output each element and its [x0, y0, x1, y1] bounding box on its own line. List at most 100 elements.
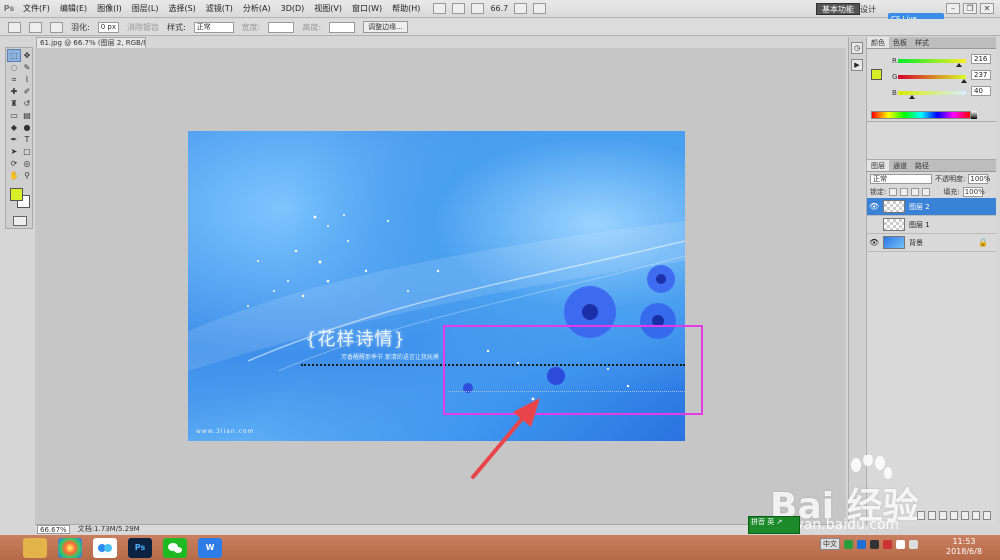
- tray-security-icon[interactable]: [883, 539, 892, 549]
- g-value[interactable]: 237: [971, 70, 991, 80]
- slider-thumb[interactable]: [908, 95, 915, 99]
- color-spectrum[interactable]: [871, 111, 971, 119]
- layer-row-1[interactable]: 图层 1: [867, 216, 996, 234]
- quick-select-icon[interactable]: ✎: [21, 62, 33, 73]
- antialias-checkbox[interactable]: 消除锯齿: [127, 22, 159, 33]
- lock-pixels-icon[interactable]: [900, 187, 909, 196]
- eye-icon[interactable]: 👁: [869, 202, 879, 211]
- browser-icon[interactable]: [58, 537, 82, 558]
- menu-view[interactable]: 视图(V): [309, 3, 347, 14]
- tab-channels[interactable]: 通道: [889, 160, 911, 171]
- tray-cloud-icon[interactable]: [857, 539, 866, 549]
- feather-input[interactable]: 0 px: [97, 21, 119, 33]
- opacity-input[interactable]: 100%: [968, 173, 990, 184]
- r-value[interactable]: 216: [971, 54, 991, 64]
- gradient-icon[interactable]: ▤: [21, 110, 33, 121]
- menu-file[interactable]: 文件(F): [18, 3, 55, 14]
- marquee-icon[interactable]: ⬚: [7, 49, 21, 62]
- tray-network-icon[interactable]: [896, 539, 905, 549]
- layer-name[interactable]: 背景: [909, 238, 923, 248]
- slider-thumb[interactable]: [955, 63, 962, 67]
- refine-edge-button[interactable]: 调整边缘...: [363, 21, 408, 33]
- path-select-icon[interactable]: ➤: [8, 146, 20, 157]
- history-panel-icon[interactable]: ◷: [851, 42, 863, 54]
- screen-mode-icon[interactable]: [533, 3, 547, 14]
- menu-select[interactable]: 选择(S): [163, 3, 200, 14]
- type-icon[interactable]: T: [21, 134, 33, 145]
- wechat-icon[interactable]: [163, 537, 187, 558]
- zoom-icon[interactable]: ⚲: [21, 170, 33, 181]
- slider-thumb[interactable]: [961, 79, 968, 83]
- layer-name[interactable]: 图层 1: [909, 220, 930, 230]
- lock-transparent-icon[interactable]: [889, 187, 898, 196]
- launch-bridge-icon[interactable]: [433, 3, 447, 14]
- view-extras-icon[interactable]: [471, 3, 485, 14]
- layer-row-background[interactable]: 👁 背景 🔒: [867, 234, 996, 252]
- start-button[interactable]: [0, 535, 12, 560]
- layer-row-2[interactable]: 👁 图层 2: [867, 198, 996, 216]
- document-tab[interactable]: 61.jpg @ 66.7% (图层 2, RGB/8#) *: [36, 37, 146, 48]
- b-slider[interactable]: [898, 91, 966, 99]
- tray-language[interactable]: 中文: [820, 538, 840, 550]
- tray-app-icon[interactable]: [870, 539, 879, 549]
- hand-icon[interactable]: ✋: [8, 170, 20, 181]
- workspace-button[interactable]: 基本功能: [816, 3, 860, 15]
- taskbar-clock[interactable]: 11:53 2018/6/8: [946, 537, 982, 557]
- add-selection-icon[interactable]: [50, 21, 63, 33]
- tray-chat-icon[interactable]: [844, 539, 853, 549]
- history-brush-icon[interactable]: ↺: [21, 98, 33, 109]
- foreground-color-swatch[interactable]: [10, 188, 23, 201]
- marquee-tool-icon[interactable]: [8, 21, 21, 33]
- fill-input[interactable]: 100%: [962, 186, 985, 197]
- menu-edit[interactable]: 编辑(E): [55, 3, 92, 14]
- color-panel-foreground-swatch[interactable]: [871, 69, 882, 80]
- move-icon[interactable]: ✥: [21, 50, 33, 61]
- tab-styles[interactable]: 样式: [911, 37, 933, 48]
- blur-icon[interactable]: ◆: [8, 122, 20, 133]
- style-select[interactable]: 正常: [193, 21, 234, 33]
- pen-icon[interactable]: ✒: [8, 134, 20, 145]
- wps-icon[interactable]: W: [198, 537, 222, 558]
- healing-icon[interactable]: ✚: [8, 86, 20, 97]
- close-icon[interactable]: ✕: [980, 3, 994, 14]
- menu-window[interactable]: 窗口(W): [347, 3, 387, 14]
- tray-volume-icon[interactable]: [909, 539, 918, 549]
- r-slider[interactable]: [898, 59, 966, 67]
- minimize-icon[interactable]: –: [946, 3, 960, 14]
- 3d-orbit-icon[interactable]: ◎: [21, 158, 33, 169]
- eraser-icon[interactable]: ▭: [8, 110, 20, 121]
- lock-all-icon[interactable]: [922, 187, 931, 196]
- restore-icon[interactable]: ❐: [963, 3, 977, 14]
- new-selection-icon[interactable]: [29, 21, 42, 33]
- height-input[interactable]: [329, 21, 356, 33]
- menu-layer[interactable]: 图层(L): [127, 3, 164, 14]
- tab-paths[interactable]: 路径: [911, 160, 933, 171]
- 3d-rotate-icon[interactable]: ⟳: [8, 158, 20, 169]
- status-zoom[interactable]: 66.67%: [37, 525, 70, 534]
- arrange-documents-icon[interactable]: [514, 3, 528, 14]
- menu-filter[interactable]: 滤镜(T): [201, 3, 238, 14]
- layer-name[interactable]: 图层 2: [909, 202, 930, 212]
- b-value[interactable]: 40: [971, 86, 991, 96]
- actions-panel-icon[interactable]: ▶: [851, 59, 863, 71]
- photoshop-icon[interactable]: Ps: [128, 537, 152, 558]
- tab-layers[interactable]: 图层: [867, 160, 889, 171]
- lock-position-icon[interactable]: [911, 187, 920, 196]
- explorer-icon[interactable]: [23, 537, 47, 558]
- tab-color[interactable]: 颜色: [867, 37, 889, 48]
- app-icon[interactable]: Ps: [0, 0, 18, 18]
- launch-minibridge-icon[interactable]: [452, 3, 466, 14]
- g-slider[interactable]: [898, 75, 968, 83]
- stamp-icon[interactable]: ♜: [8, 98, 20, 109]
- shape-icon[interactable]: ▢: [21, 146, 33, 157]
- lasso-icon[interactable]: ◌: [8, 62, 20, 73]
- tab-swatches[interactable]: 色板: [889, 37, 911, 48]
- blend-mode-select[interactable]: 正常: [870, 173, 932, 184]
- brush-icon[interactable]: ✐: [21, 86, 33, 97]
- zoom-level[interactable]: 66.7: [490, 4, 508, 13]
- workspace-design[interactable]: 设计: [860, 4, 876, 15]
- dodge-icon[interactable]: ●: [21, 122, 33, 133]
- color-spectrum-grayscale[interactable]: [971, 111, 977, 119]
- menu-analysis[interactable]: 分析(A): [238, 3, 276, 14]
- ime-status-badge[interactable]: 拼音 英 ↗: [748, 516, 800, 534]
